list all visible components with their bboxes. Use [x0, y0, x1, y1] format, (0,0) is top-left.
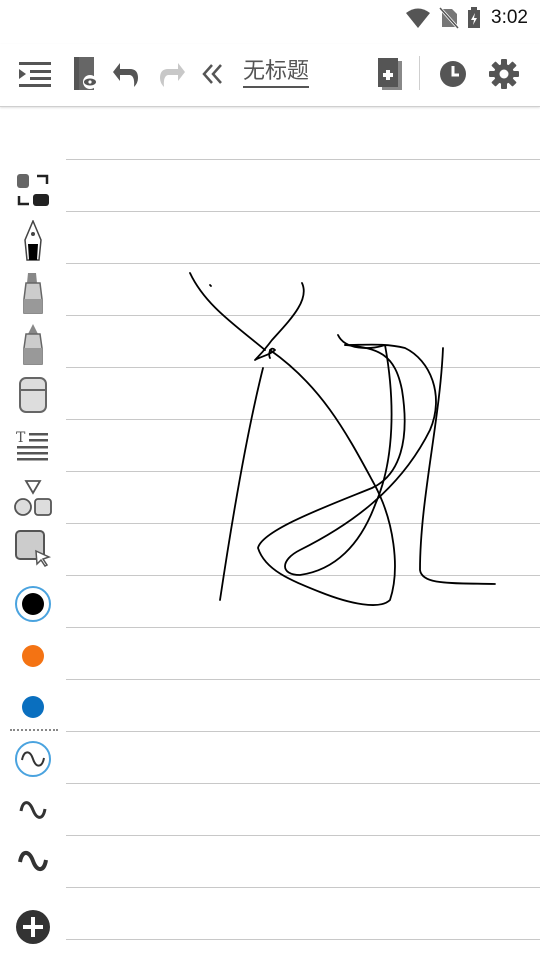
palette-divider [10, 729, 58, 731]
color-swatch-blue [22, 696, 44, 718]
stroke-thick-button[interactable] [8, 839, 58, 883]
ruled-line [66, 367, 540, 368]
stroke-thin-button[interactable] [8, 737, 58, 781]
highlighter-tool[interactable] [8, 322, 58, 366]
fountain-pen-tool[interactable] [8, 219, 58, 263]
ruled-line [66, 731, 540, 732]
ruled-line [66, 419, 540, 420]
color-blue-button[interactable] [8, 685, 58, 729]
ruled-line [66, 315, 540, 316]
add-tool-button[interactable] [8, 905, 58, 949]
ruled-line [66, 835, 540, 836]
text-lines-icon: T [16, 430, 48, 461]
ruled-line [66, 679, 540, 680]
shapes-tool[interactable] [8, 476, 58, 520]
selected-ring [15, 586, 51, 622]
ruled-line [66, 471, 540, 472]
marker-tool[interactable] [8, 271, 58, 315]
lasso-select-tool[interactable] [8, 526, 58, 570]
shapes-icon [14, 480, 52, 516]
stroke-medium-button[interactable] [8, 788, 58, 832]
svg-text:T: T [16, 430, 26, 446]
list-indent-icon [19, 62, 51, 87]
menu-toggle-button[interactable] [17, 56, 53, 92]
ruled-line [66, 627, 540, 628]
plus-circle-icon [16, 910, 50, 944]
wave-thick-icon [18, 850, 48, 872]
eraser-icon [19, 377, 47, 413]
ruled-line [66, 523, 540, 524]
color-black-button[interactable] [8, 582, 58, 626]
text-tool[interactable]: T [8, 424, 58, 468]
ruled-line [66, 783, 540, 784]
selected-ring [15, 741, 51, 777]
color-swatch-black [22, 593, 44, 615]
ruled-line [66, 939, 540, 940]
ruled-line [66, 263, 540, 264]
ruled-line [66, 159, 540, 160]
swap-layout-icon [17, 174, 49, 206]
eraser-tool[interactable] [8, 373, 58, 417]
highlighter-icon [23, 324, 43, 365]
color-orange-button[interactable] [8, 634, 58, 678]
select-cursor-icon [15, 530, 52, 567]
wave-thin-icon [21, 751, 45, 767]
ruled-line [66, 887, 540, 888]
ruled-page[interactable] [66, 0, 540, 960]
ruled-line [66, 575, 540, 576]
color-swatch-orange [22, 645, 44, 667]
layout-toggle-button[interactable] [8, 168, 58, 212]
marker-icon [23, 273, 43, 314]
wave-medium-icon [19, 801, 47, 819]
fountain-pen-icon [24, 220, 42, 261]
ruled-line [66, 211, 540, 212]
